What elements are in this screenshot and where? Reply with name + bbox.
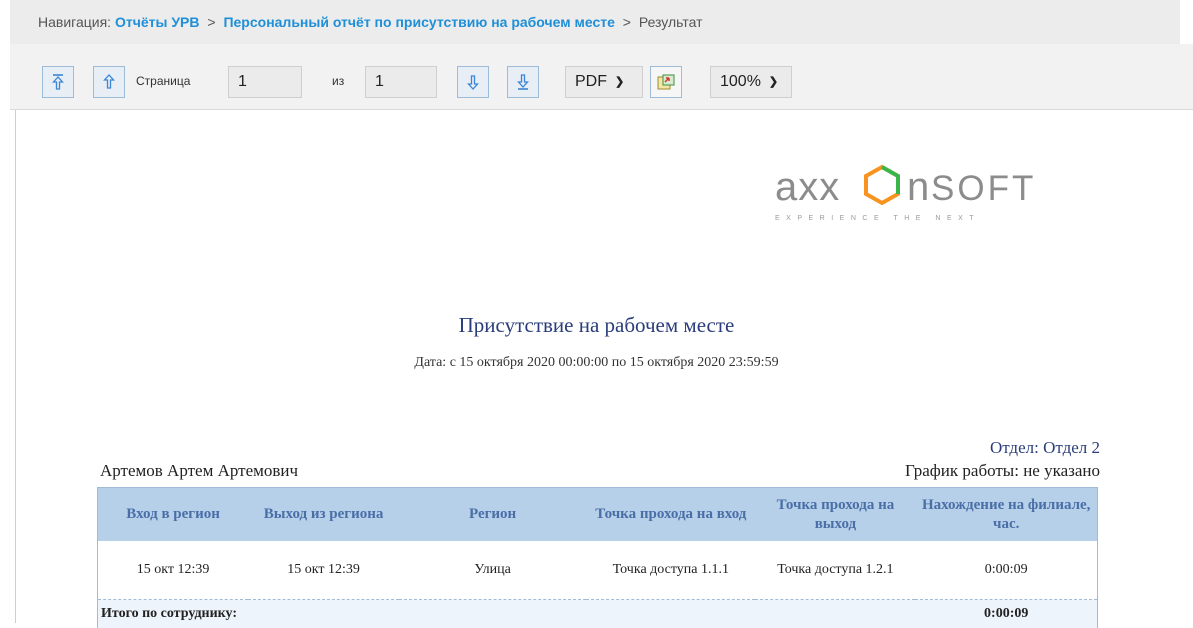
table-cell: Точка доступа 1.2.1 <box>755 541 915 600</box>
svg-text:EXPERIENCE THE NEXT: EXPERIENCE THE NEXT <box>775 215 980 222</box>
prev-page-icon <box>102 73 116 91</box>
svg-text:n: n <box>907 165 929 209</box>
total-label: Итого по сотруднику: <box>98 600 916 628</box>
table-header-row: Вход в регион Выход из региона Регион То… <box>98 488 1098 542</box>
employee-name: Артемов Артем Артемович <box>100 461 298 481</box>
column-header: Регион <box>399 488 586 542</box>
table-row: 15 окт 12:39 15 окт 12:39 Улица Точка до… <box>98 541 1098 600</box>
prev-page-button[interactable] <box>93 66 125 98</box>
chevron-down-icon: ❯ <box>615 67 624 97</box>
table-cell: 15 окт 12:39 <box>98 541 249 600</box>
first-page-icon <box>51 73 65 91</box>
svg-text:SOFT: SOFT <box>931 169 1036 208</box>
svg-text:axx: axx <box>775 165 840 209</box>
chevron-down-icon: ❯ <box>769 67 778 97</box>
report-date-range: Дата: с 15 октября 2020 00:00:00 по 15 о… <box>0 355 1193 371</box>
table-cell: 0:00:09 <box>915 541 1097 600</box>
column-header: Нахождение на филиале, час. <box>915 488 1097 542</box>
department-label: Отдел: Отдел 2 <box>990 438 1100 458</box>
format-select[interactable]: PDF ❯ <box>565 66 643 98</box>
breadcrumb-prefix: Навигация: <box>38 14 111 30</box>
export-icon <box>656 73 676 91</box>
axxonsoft-logo: axx n SOFT EXPERIENCE THE NEXT <box>775 162 1085 224</box>
of-label: из <box>332 74 344 88</box>
last-page-icon <box>516 73 530 91</box>
report-title: Присутствие на рабочем месте <box>0 313 1193 338</box>
format-select-value: PDF <box>575 67 607 97</box>
table-cell: 15 окт 12:39 <box>248 541 399 600</box>
zoom-select-value: 100% <box>720 67 761 97</box>
breadcrumb: Навигация: Отчёты УРВ > Персональный отч… <box>10 0 1180 44</box>
column-header: Вход в регион <box>98 488 249 542</box>
report-table: Вход в регион Выход из региона Регион То… <box>97 487 1098 628</box>
report-toolbar: Страница 1 из 1 PDF ❯ 100% ❯ <box>10 44 1193 110</box>
total-value: 0:00:09 <box>915 600 1097 628</box>
breadcrumb-separator: > <box>623 14 631 30</box>
breadcrumb-separator: > <box>207 14 215 30</box>
column-header: Выход из региона <box>248 488 399 542</box>
breadcrumb-current: Результат <box>639 14 703 30</box>
column-header: Точка прохода на выход <box>755 488 915 542</box>
breadcrumb-link-personal-report[interactable]: Персональный отчёт по присутствию на раб… <box>223 14 614 30</box>
table-cell: Улица <box>399 541 586 600</box>
zoom-select[interactable]: 100% ❯ <box>710 66 792 98</box>
last-page-button[interactable] <box>507 66 539 98</box>
export-button[interactable] <box>650 66 682 98</box>
total-row: Итого по сотруднику: 0:00:09 <box>98 600 1098 628</box>
breadcrumb-link-reports[interactable]: Отчёты УРВ <box>115 14 200 30</box>
first-page-button[interactable] <box>42 66 74 98</box>
table-cell: Точка доступа 1.1.1 <box>586 541 755 600</box>
total-pages-field: 1 <box>365 66 437 98</box>
column-header: Точка прохода на вход <box>586 488 755 542</box>
page-number-input[interactable]: 1 <box>228 66 302 98</box>
page-label: Страница <box>136 74 190 88</box>
next-page-button[interactable] <box>457 66 489 98</box>
next-page-icon <box>466 73 480 91</box>
work-schedule: График работы: не указано <box>905 461 1100 481</box>
